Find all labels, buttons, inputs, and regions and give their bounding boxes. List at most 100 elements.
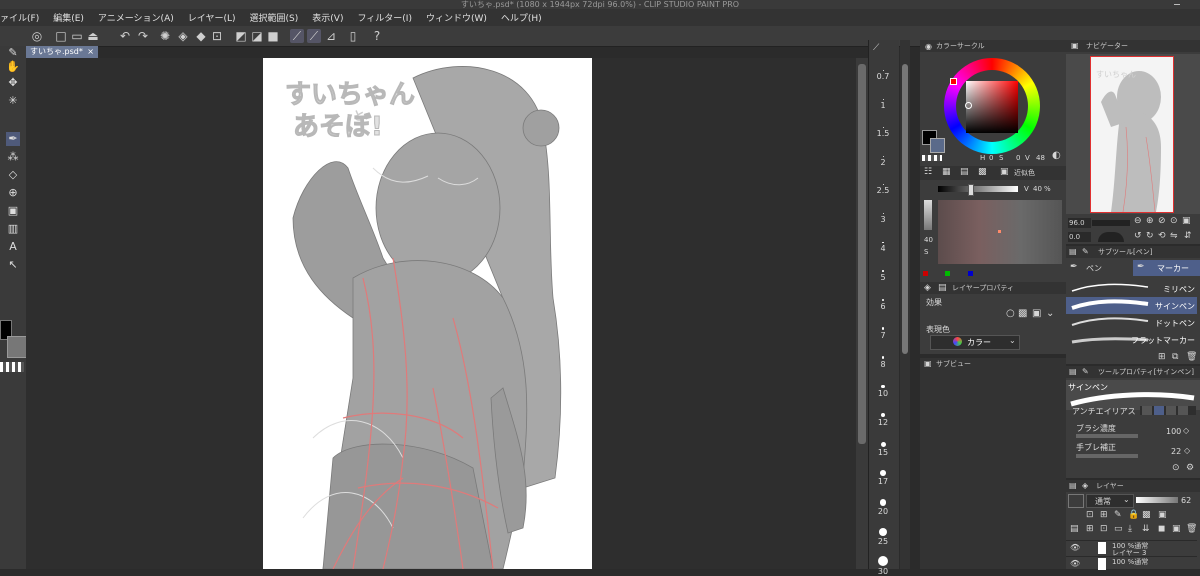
fill-icon[interactable]: ◆ (194, 29, 208, 43)
gradient-icon[interactable]: ▥ (6, 222, 20, 236)
brush-size-item[interactable]: 6 (868, 298, 898, 311)
delete-layer-icon[interactable]: 🗑 (1186, 524, 1197, 534)
color-slider-icon[interactable]: ▤ (960, 167, 969, 177)
subtool-tab-pen[interactable]: ✒ ペン (1066, 260, 1132, 276)
intermediate-color-icon[interactable]: ▦ (942, 167, 951, 177)
stabilization-value[interactable]: 22 (1171, 447, 1181, 456)
grid-snap-icon[interactable]: ⊿ (324, 29, 338, 43)
menu-layer[interactable]: レイヤー(L) (181, 11, 243, 24)
sub-color-swatch[interactable] (930, 138, 945, 153)
move-icon[interactable]: ✥ (6, 76, 20, 90)
brush-size-item[interactable]: 2.5 (868, 184, 898, 195)
brush-item-flatmarker[interactable]: フラットマーカー (1066, 331, 1197, 348)
duplicate-subtool-icon[interactable]: ⧉ (1172, 352, 1178, 362)
delete-subtool-icon[interactable]: 🗑 (1186, 352, 1197, 362)
tool-settings-icon[interactable]: ⚙ (1186, 463, 1194, 473)
brush-size-item[interactable]: 30 (868, 556, 898, 576)
brush-size-item[interactable]: 7 (868, 327, 898, 340)
zoom-field[interactable]: 96.0 (1068, 218, 1091, 228)
expression-color-select[interactable]: カラー ⌄ (930, 335, 1020, 350)
pen-nib-icon[interactable]: ✎ (6, 46, 20, 60)
new-file-icon[interactable]: □ (54, 29, 68, 43)
apply-mask-icon[interactable]: ▣ (1172, 524, 1181, 534)
crop-icon[interactable]: ⊡ (210, 29, 224, 43)
combine-down-icon[interactable]: ⇊ (1142, 524, 1150, 534)
layer-row[interactable]: 👁 100 %通常 レイヤー 3 (1066, 540, 1197, 557)
menu-window[interactable]: ウィンドウ(W) (419, 11, 494, 24)
transform-icon[interactable]: ◈ (176, 29, 190, 43)
anti-alias-options[interactable] (1140, 406, 1196, 415)
brush-item-signpen[interactable]: サインペン (1066, 297, 1197, 314)
sub-color-chip[interactable] (7, 336, 27, 358)
brush-item-dotpen[interactable]: ドットペン (1066, 314, 1197, 331)
close-tab-icon[interactable]: × (87, 46, 94, 58)
navigator-view-frame[interactable]: すいちゃん (1090, 56, 1174, 213)
lock-layer-icon[interactable]: 🔒 (1128, 510, 1139, 520)
magic-wand-icon[interactable]: ✳ (6, 94, 20, 108)
pen-tool-icon[interactable]: ✒ (6, 132, 20, 146)
brush-size-item[interactable]: 1.5 (868, 127, 898, 138)
mask-icon[interactable]: ▣ (1158, 510, 1167, 520)
draft-layer-icon[interactable]: ✎ (1114, 510, 1122, 520)
layer-color-box[interactable] (1068, 494, 1084, 508)
snap-ruler-icon[interactable]: ◪ (250, 29, 264, 43)
clip-studio-icon[interactable]: ◎ (30, 29, 44, 43)
operation-icon[interactable]: ↖ (6, 258, 20, 272)
smartphone-icon[interactable]: ▯ (346, 29, 360, 43)
new-raster-layer-icon[interactable]: ⊞ (1086, 524, 1094, 534)
new-folder-icon[interactable]: ▭ (1114, 524, 1123, 534)
layer-visibility-icon[interactable]: 👁 (1070, 559, 1080, 568)
transfer-down-icon[interactable]: ⤓ (1128, 524, 1132, 534)
lock-transparency-icon[interactable]: ▩ (1142, 510, 1151, 520)
rotate-slider[interactable] (1098, 232, 1124, 242)
brush-size-item[interactable]: 20 (868, 499, 898, 516)
navigator-preview[interactable]: すいちゃん (1066, 54, 1200, 214)
rotate-right-icon[interactable]: ↻ (1146, 231, 1154, 241)
clear-icon[interactable]: ✺ (158, 29, 172, 43)
redo-icon[interactable]: ↷ (136, 29, 150, 43)
canvas-scroll-thumb[interactable] (858, 64, 866, 444)
menu-selection[interactable]: 選択範囲(S) (243, 11, 306, 24)
effect-dropdown-icon[interactable]: ⌄ (1046, 308, 1054, 319)
fill-tool-icon[interactable]: ▣ (6, 204, 20, 218)
menu-filter[interactable]: フィルター(I) (350, 11, 419, 24)
zoom-out-icon[interactable]: ⊖ (1134, 216, 1142, 226)
menu-animation[interactable]: アニメーション(A) (91, 11, 181, 24)
flip-vertical-icon[interactable]: ⇵ (1184, 231, 1192, 241)
brush-size-item[interactable]: 10 (868, 384, 898, 398)
brush-size-item[interactable]: 1 (868, 98, 898, 110)
save-icon[interactable]: ⏏ (86, 29, 100, 43)
airbrush-icon[interactable]: ⁂ (6, 150, 20, 164)
snap-grid-icon[interactable]: ■ (266, 29, 280, 43)
text-tool-icon[interactable]: A (6, 240, 20, 254)
brush-size-item[interactable]: 4 (868, 241, 898, 253)
layer-color-icon[interactable]: ▣ (1032, 308, 1041, 319)
brush-size-item[interactable]: 15 (868, 441, 898, 457)
stabilization-slider[interactable] (1076, 454, 1138, 458)
brush-size-scroll-thumb[interactable] (902, 64, 908, 354)
fit-icon[interactable]: ⊙ (1170, 216, 1178, 226)
menu-help[interactable]: ヘルプ(H) (494, 11, 549, 24)
fit-window-icon[interactable]: ▣ (1182, 216, 1191, 226)
eraser-icon[interactable]: ◇ (6, 168, 20, 182)
opacity-slider[interactable] (1136, 497, 1178, 503)
tone-effect-icon[interactable]: ▩ (1018, 308, 1027, 319)
reference-layer-icon[interactable]: ⊞ (1100, 510, 1108, 520)
border-effect-icon[interactable]: ○ (1006, 308, 1015, 319)
reset-rotate-icon[interactable]: ⟲ (1158, 231, 1166, 241)
minimize-icon[interactable] (1174, 4, 1180, 5)
density-stepper-icon[interactable]: ◇ (1183, 426, 1189, 435)
history-icon[interactable]: ▩ (978, 167, 987, 177)
ruler-snap-icon[interactable]: ⟋ (290, 29, 304, 43)
brush-size-item[interactable]: 12 (868, 413, 898, 427)
stabilization-stepper-icon[interactable]: ◇ (1184, 446, 1190, 455)
document-tab[interactable]: すいちゃ.psd* × (26, 46, 98, 58)
color-set-icon[interactable]: ☷ (924, 167, 932, 177)
mask-layer-icon[interactable]: ◼ (1158, 524, 1165, 534)
special-ruler-snap-icon[interactable]: ⟋ (307, 29, 321, 43)
saturation-slider[interactable] (924, 200, 932, 230)
brush-size-item[interactable]: 17 (868, 470, 898, 486)
rotate-field[interactable]: 0.0 (1068, 232, 1091, 242)
brush-size-item[interactable]: 2 (868, 155, 898, 167)
opacity-value[interactable]: 62 (1181, 496, 1191, 505)
